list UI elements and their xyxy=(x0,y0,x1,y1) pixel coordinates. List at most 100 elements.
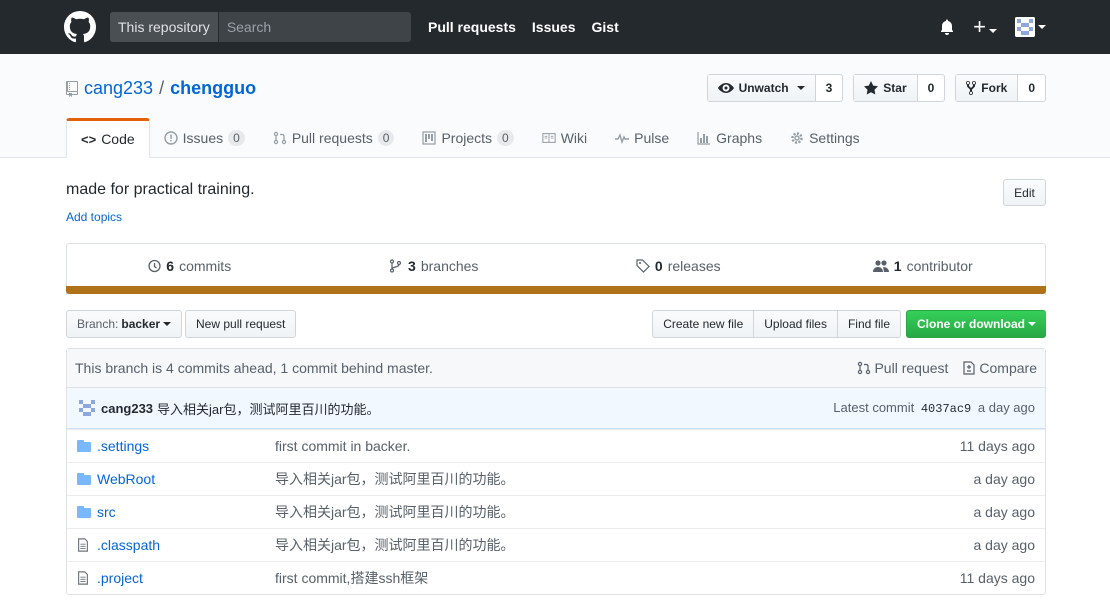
wiki-icon xyxy=(542,133,556,143)
new-dropdown[interactable]: + xyxy=(973,16,997,38)
issue-icon xyxy=(163,131,178,145)
tab-pulse[interactable]: Pulse xyxy=(601,118,683,158)
pulse-icon xyxy=(615,133,630,145)
releases-label: releases xyxy=(667,257,721,274)
watchers-count[interactable]: 3 xyxy=(816,75,843,101)
tag-icon xyxy=(636,258,650,273)
file-name-link[interactable]: .project xyxy=(97,570,275,586)
file-name-link[interactable]: .classpath xyxy=(97,537,275,553)
commit-message-link[interactable]: first commit in backer. xyxy=(275,438,905,454)
github-logo-icon[interactable] xyxy=(64,11,96,43)
folder-icon xyxy=(77,473,91,485)
edit-description-button[interactable]: Edit xyxy=(1003,179,1046,206)
branch-infobar: This branch is 4 commits ahead, 1 commit… xyxy=(67,349,1045,388)
people-icon xyxy=(872,259,889,272)
tab-code[interactable]: <> Code xyxy=(66,118,150,158)
table-row: src 导入相关jar包，测试阿里百川的功能。 a day ago xyxy=(67,495,1045,528)
nav-gist[interactable]: Gist xyxy=(592,19,619,35)
diff-icon xyxy=(963,361,976,375)
compare-link[interactable]: Compare xyxy=(962,360,1037,376)
branch-select-button[interactable]: Branch: backer xyxy=(66,310,183,338)
gear-icon xyxy=(791,132,803,144)
contributors-label: contributor xyxy=(906,257,973,274)
pull-requests-counter: 0 xyxy=(377,130,395,146)
avatar[interactable] xyxy=(77,398,97,418)
repo-path-separator: / xyxy=(159,78,165,98)
nav-pull-requests[interactable]: Pull requests xyxy=(428,19,516,35)
commit-message-link[interactable]: 导入相关jar包，测试阿里百川的功能。 xyxy=(275,502,905,522)
tab-issues[interactable]: Issues 0 xyxy=(150,118,259,158)
unwatch-label: Unwatch xyxy=(738,81,789,95)
chevron-down-icon xyxy=(163,322,172,326)
header-nav: Pull requests Issues Gist xyxy=(428,0,619,54)
table-row: .project first commit,搭建ssh框架 11 days ag… xyxy=(67,561,1045,594)
commits-label: commits xyxy=(179,257,232,274)
branch-status-text: This branch is 4 commits ahead, 1 commit… xyxy=(75,360,433,376)
forks-count[interactable]: 0 xyxy=(1018,75,1045,101)
latest-commit-info: Latest commit 4037ac9 a day ago xyxy=(833,400,1035,416)
chevron-down-icon xyxy=(1038,25,1046,29)
commit-age: 11 days ago xyxy=(959,570,1035,586)
commit-author-link[interactable]: cang233 xyxy=(101,401,153,416)
unwatch-button[interactable]: Unwatch xyxy=(707,75,816,101)
file-actions: Create new file Upload files Find file C… xyxy=(652,310,1046,338)
table-row: .classpath 导入相关jar包，测试阿里百川的功能。 a day ago xyxy=(67,528,1045,561)
search-scope-label: This repository xyxy=(110,12,219,42)
tab-pull-requests[interactable]: Pull requests 0 xyxy=(259,118,409,158)
contributors-link[interactable]: 1 contributor xyxy=(801,244,1046,287)
fork-label: Fork xyxy=(981,81,1008,95)
commit-age: a day ago xyxy=(973,537,1036,553)
upload-files-button[interactable]: Upload files xyxy=(753,310,837,338)
branches-count: 3 xyxy=(408,257,416,274)
repo-title: cang233 / chengguo xyxy=(66,78,256,99)
commit-sha-link[interactable]: 4037ac9 xyxy=(921,402,971,416)
pull-request-link[interactable]: Pull request xyxy=(857,360,948,376)
language-bar[interactable] xyxy=(66,286,1046,294)
header-actions: + xyxy=(939,0,1046,54)
commit-message-link[interactable]: 导入相关jar包，测试阿里百川的功能。 xyxy=(275,535,905,555)
fork-button[interactable]: Fork xyxy=(956,75,1019,101)
star-icon xyxy=(864,81,879,95)
find-file-button[interactable]: Find file xyxy=(836,310,901,338)
tab-label: Code xyxy=(101,131,135,147)
avatar xyxy=(1015,17,1035,37)
nav-issues[interactable]: Issues xyxy=(532,19,576,35)
repo-owner-link[interactable]: cang233 xyxy=(84,78,153,99)
stars-count[interactable]: 0 xyxy=(918,75,945,101)
commit-message-link[interactable]: 导入相关jar包，测试阿里百川的功能。 xyxy=(157,399,379,418)
tab-wiki[interactable]: Wiki xyxy=(528,118,601,158)
create-new-file-button[interactable]: Create new file xyxy=(652,310,754,338)
add-topics-link[interactable]: Add topics xyxy=(66,210,122,224)
code-icon: <> xyxy=(81,131,97,147)
pull-request-icon xyxy=(273,131,287,145)
repo-description: made for practical training. xyxy=(66,181,255,198)
releases-link[interactable]: 0 releases xyxy=(556,244,801,287)
fork-group: Fork 0 xyxy=(955,74,1046,102)
tab-graphs[interactable]: Graphs xyxy=(683,118,776,158)
file-icon xyxy=(78,571,88,585)
bell-icon[interactable] xyxy=(939,19,955,35)
repo-name-link[interactable]: chengguo xyxy=(170,78,256,99)
search-input[interactable] xyxy=(218,12,411,42)
tab-projects[interactable]: Projects 0 xyxy=(408,118,527,158)
watch-group: Unwatch 3 xyxy=(706,74,844,102)
eye-icon xyxy=(717,83,734,93)
new-pull-request-button[interactable]: New pull request xyxy=(185,310,297,338)
commit-message-link[interactable]: 导入相关jar包，测试阿里百川的功能。 xyxy=(275,469,905,489)
tab-settings[interactable]: Settings xyxy=(776,118,874,158)
projects-counter: 0 xyxy=(497,130,514,146)
branch-prefix: Branch: xyxy=(77,317,119,331)
file-navigation: Branch: backer New pull request Create n… xyxy=(66,310,1046,338)
star-button[interactable]: Star xyxy=(854,75,918,101)
commit-age: a day ago xyxy=(973,471,1036,487)
clone-or-download-button[interactable]: Clone or download xyxy=(906,310,1046,338)
commit-message-link[interactable]: first commit,搭建ssh框架 xyxy=(275,568,905,588)
branches-link[interactable]: 3 branches xyxy=(312,244,557,287)
file-name-link[interactable]: WebRoot xyxy=(97,471,275,487)
branch-name: backer xyxy=(121,317,161,331)
user-menu[interactable] xyxy=(1015,17,1046,37)
file-name-link[interactable]: .settings xyxy=(97,438,275,454)
file-name-link[interactable]: src xyxy=(97,504,275,520)
global-header: This repository Pull requests Issues Gis… xyxy=(0,0,1110,54)
commits-link[interactable]: 6 commits xyxy=(67,244,312,287)
